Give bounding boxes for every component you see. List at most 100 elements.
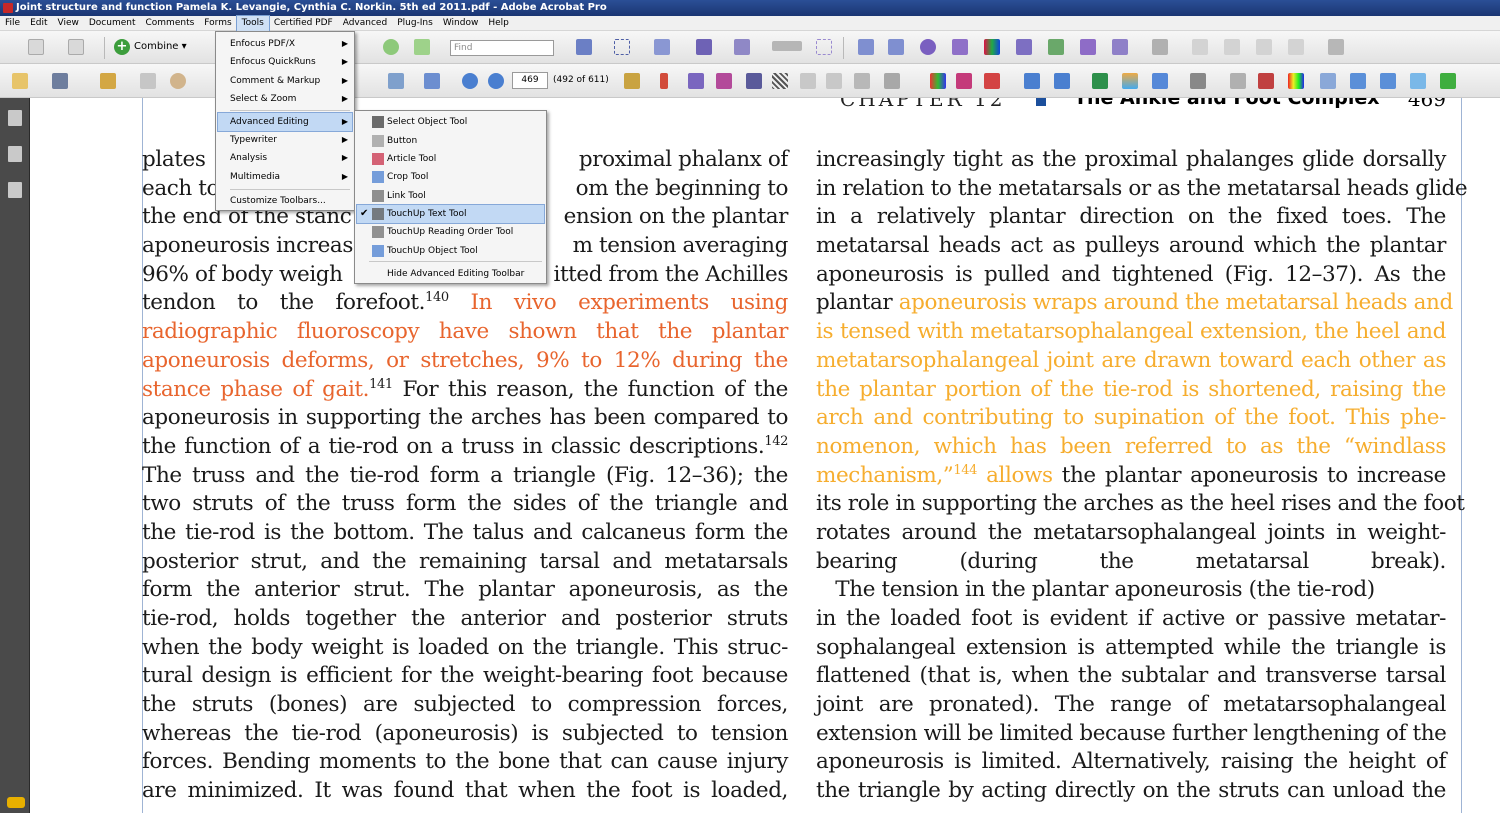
crop-page-icon[interactable]: [854, 73, 870, 89]
page-icon[interactable]: [826, 73, 842, 89]
menu-comments[interactable]: Comments: [141, 16, 200, 31]
submenu-item-select-object-tool[interactable]: Select Object Tool: [357, 113, 544, 131]
stamp-icon[interactable]: [734, 39, 750, 55]
color-pen-icon[interactable]: [956, 73, 972, 89]
tools-menu-item-comment-markup[interactable]: Comment & Markup ▶: [218, 72, 352, 90]
typewriter-icon[interactable]: [984, 73, 1000, 89]
submenu-item-hide-advanced-editing-toolbar[interactable]: Hide Advanced Editing Toolbar: [357, 265, 544, 283]
marquee-icon[interactable]: [614, 39, 630, 55]
target-icon[interactable]: [884, 73, 900, 89]
menu-document[interactable]: Document: [84, 16, 141, 31]
menu-file[interactable]: File: [0, 16, 25, 31]
submenu-item-link-tool[interactable]: Link Tool: [357, 187, 544, 205]
text-icon[interactable]: [696, 39, 712, 55]
comment-icon[interactable]: [1192, 39, 1208, 55]
rainbow-icon[interactable]: [1288, 73, 1304, 89]
tool-c-icon[interactable]: [746, 73, 762, 89]
forms-icon[interactable]: [984, 39, 1000, 55]
edit-icon[interactable]: [1190, 73, 1206, 89]
checkbox-icon[interactable]: [888, 39, 904, 55]
submenu-item-touchup-reading-order-tool[interactable]: TouchUp Reading Order Tool: [357, 223, 544, 241]
highlighter-icon[interactable]: [100, 73, 116, 89]
tools-menu-item-analysis[interactable]: Analysis ▶: [218, 149, 352, 167]
bookmarks-icon[interactable]: [8, 146, 22, 162]
tool-a-icon[interactable]: [688, 73, 704, 89]
submenu-item-crop-tool[interactable]: Crop Tool: [357, 168, 544, 186]
menu-edit[interactable]: Edit: [25, 16, 52, 31]
tools-menu-item-typewriter[interactable]: Typewriter ▶: [218, 131, 352, 149]
window-icon[interactable]: [1152, 73, 1168, 89]
menu-forms[interactable]: Forms: [199, 16, 236, 31]
person-icon[interactable]: [1320, 73, 1336, 89]
link-icon[interactable]: [1054, 73, 1070, 89]
palette-icon[interactable]: [1122, 73, 1138, 89]
key-icon[interactable]: [624, 73, 640, 89]
grid-icon[interactable]: [1256, 39, 1272, 55]
layers-icon[interactable]: [1288, 39, 1304, 55]
tools-menu-item-customize-toolbars[interactable]: Customize Toolbars...: [218, 192, 352, 210]
menu-advanced[interactable]: Advanced: [338, 16, 392, 31]
note-icon[interactable]: [1410, 73, 1426, 89]
color-dots-icon[interactable]: [930, 73, 946, 89]
menu-window[interactable]: Window: [438, 16, 484, 31]
bookmark-icon[interactable]: [1024, 73, 1040, 89]
menu-tools[interactable]: Tools: [235, 14, 270, 32]
download-icon[interactable]: [1440, 73, 1456, 89]
attach-icon[interactable]: [1048, 39, 1064, 55]
filter-icon[interactable]: [1152, 39, 1168, 55]
submenu-item-touchup-object-tool[interactable]: TouchUp Object Tool: [357, 242, 544, 260]
menu-help[interactable]: Help: [483, 16, 514, 31]
spreadsheet-icon[interactable]: [1092, 73, 1108, 89]
upload-icon[interactable]: [1380, 73, 1396, 89]
tool-b-icon[interactable]: [716, 73, 732, 89]
gear-icon[interactable]: [952, 39, 968, 55]
fit-page-icon[interactable]: [414, 39, 430, 55]
info-icon[interactable]: [660, 73, 668, 89]
menu-plug-ins[interactable]: Plug-Ins: [392, 16, 438, 31]
single-page-icon[interactable]: [424, 73, 440, 89]
create-pdf-icon[interactable]: [28, 39, 44, 55]
select-tool-icon[interactable]: [576, 39, 592, 55]
submenu-item-button[interactable]: Button: [357, 132, 544, 150]
warning-icon[interactable]: [1112, 39, 1128, 55]
pages-icon[interactable]: [8, 110, 22, 126]
menu-certified-pdf[interactable]: Certified PDF: [269, 16, 338, 31]
text-select-icon[interactable]: [140, 73, 156, 89]
camera-icon[interactable]: [1080, 39, 1096, 55]
next-page-icon[interactable]: [488, 73, 504, 89]
panel-icon[interactable]: [1328, 39, 1344, 55]
ruler-icon[interactable]: [772, 41, 802, 51]
submenu-item-article-tool[interactable]: Article Tool: [357, 150, 544, 168]
open-folder-icon[interactable]: [12, 73, 28, 89]
text-line: tie-rod, holds together the anterior and…: [142, 605, 788, 634]
globe-icon[interactable]: [920, 39, 936, 55]
export-icon[interactable]: [68, 39, 84, 55]
snapshot-icon[interactable]: [816, 39, 832, 55]
tools-menu-item-enfocus-pdf-x[interactable]: Enfocus PDF/X ▶: [218, 35, 352, 53]
tools-menu-item-enfocus-quickruns[interactable]: Enfocus QuickRuns ▶: [218, 53, 352, 71]
find-input[interactable]: Find: [450, 40, 554, 56]
previous-page-icon[interactable]: [462, 73, 478, 89]
tools-menu-item-multimedia[interactable]: Multimedia ▶: [218, 168, 352, 186]
doc-icon[interactable]: [1230, 73, 1246, 89]
combine-button[interactable]: + Combine ▾: [112, 38, 187, 56]
print-icon[interactable]: [1016, 39, 1032, 55]
tools-menu-item-select-zoom[interactable]: Select & Zoom ▶: [218, 90, 352, 108]
menu-view[interactable]: View: [53, 16, 84, 31]
search-icon[interactable]: [858, 39, 874, 55]
hand-icon[interactable]: [170, 73, 186, 89]
green-zoom-icon[interactable]: [383, 39, 399, 55]
submenu-item-touchup-text-tool[interactable]: ✔ TouchUp Text Tool: [356, 204, 545, 224]
tools-menu-item-advanced-editing[interactable]: Advanced Editing ▶: [217, 112, 353, 132]
mail-icon[interactable]: [1224, 39, 1240, 55]
comments-icon[interactable]: [7, 797, 25, 808]
share-icon[interactable]: [1350, 73, 1366, 89]
layers-nav-icon[interactable]: [8, 182, 22, 198]
pan-icon[interactable]: [654, 39, 670, 55]
page-number-input[interactable]: 469: [512, 72, 548, 89]
delete-icon[interactable]: [1258, 73, 1274, 89]
fit-width-icon[interactable]: [388, 73, 404, 89]
save-icon[interactable]: [52, 73, 68, 89]
copy-icon[interactable]: [800, 73, 816, 89]
pattern-icon[interactable]: [772, 73, 788, 89]
